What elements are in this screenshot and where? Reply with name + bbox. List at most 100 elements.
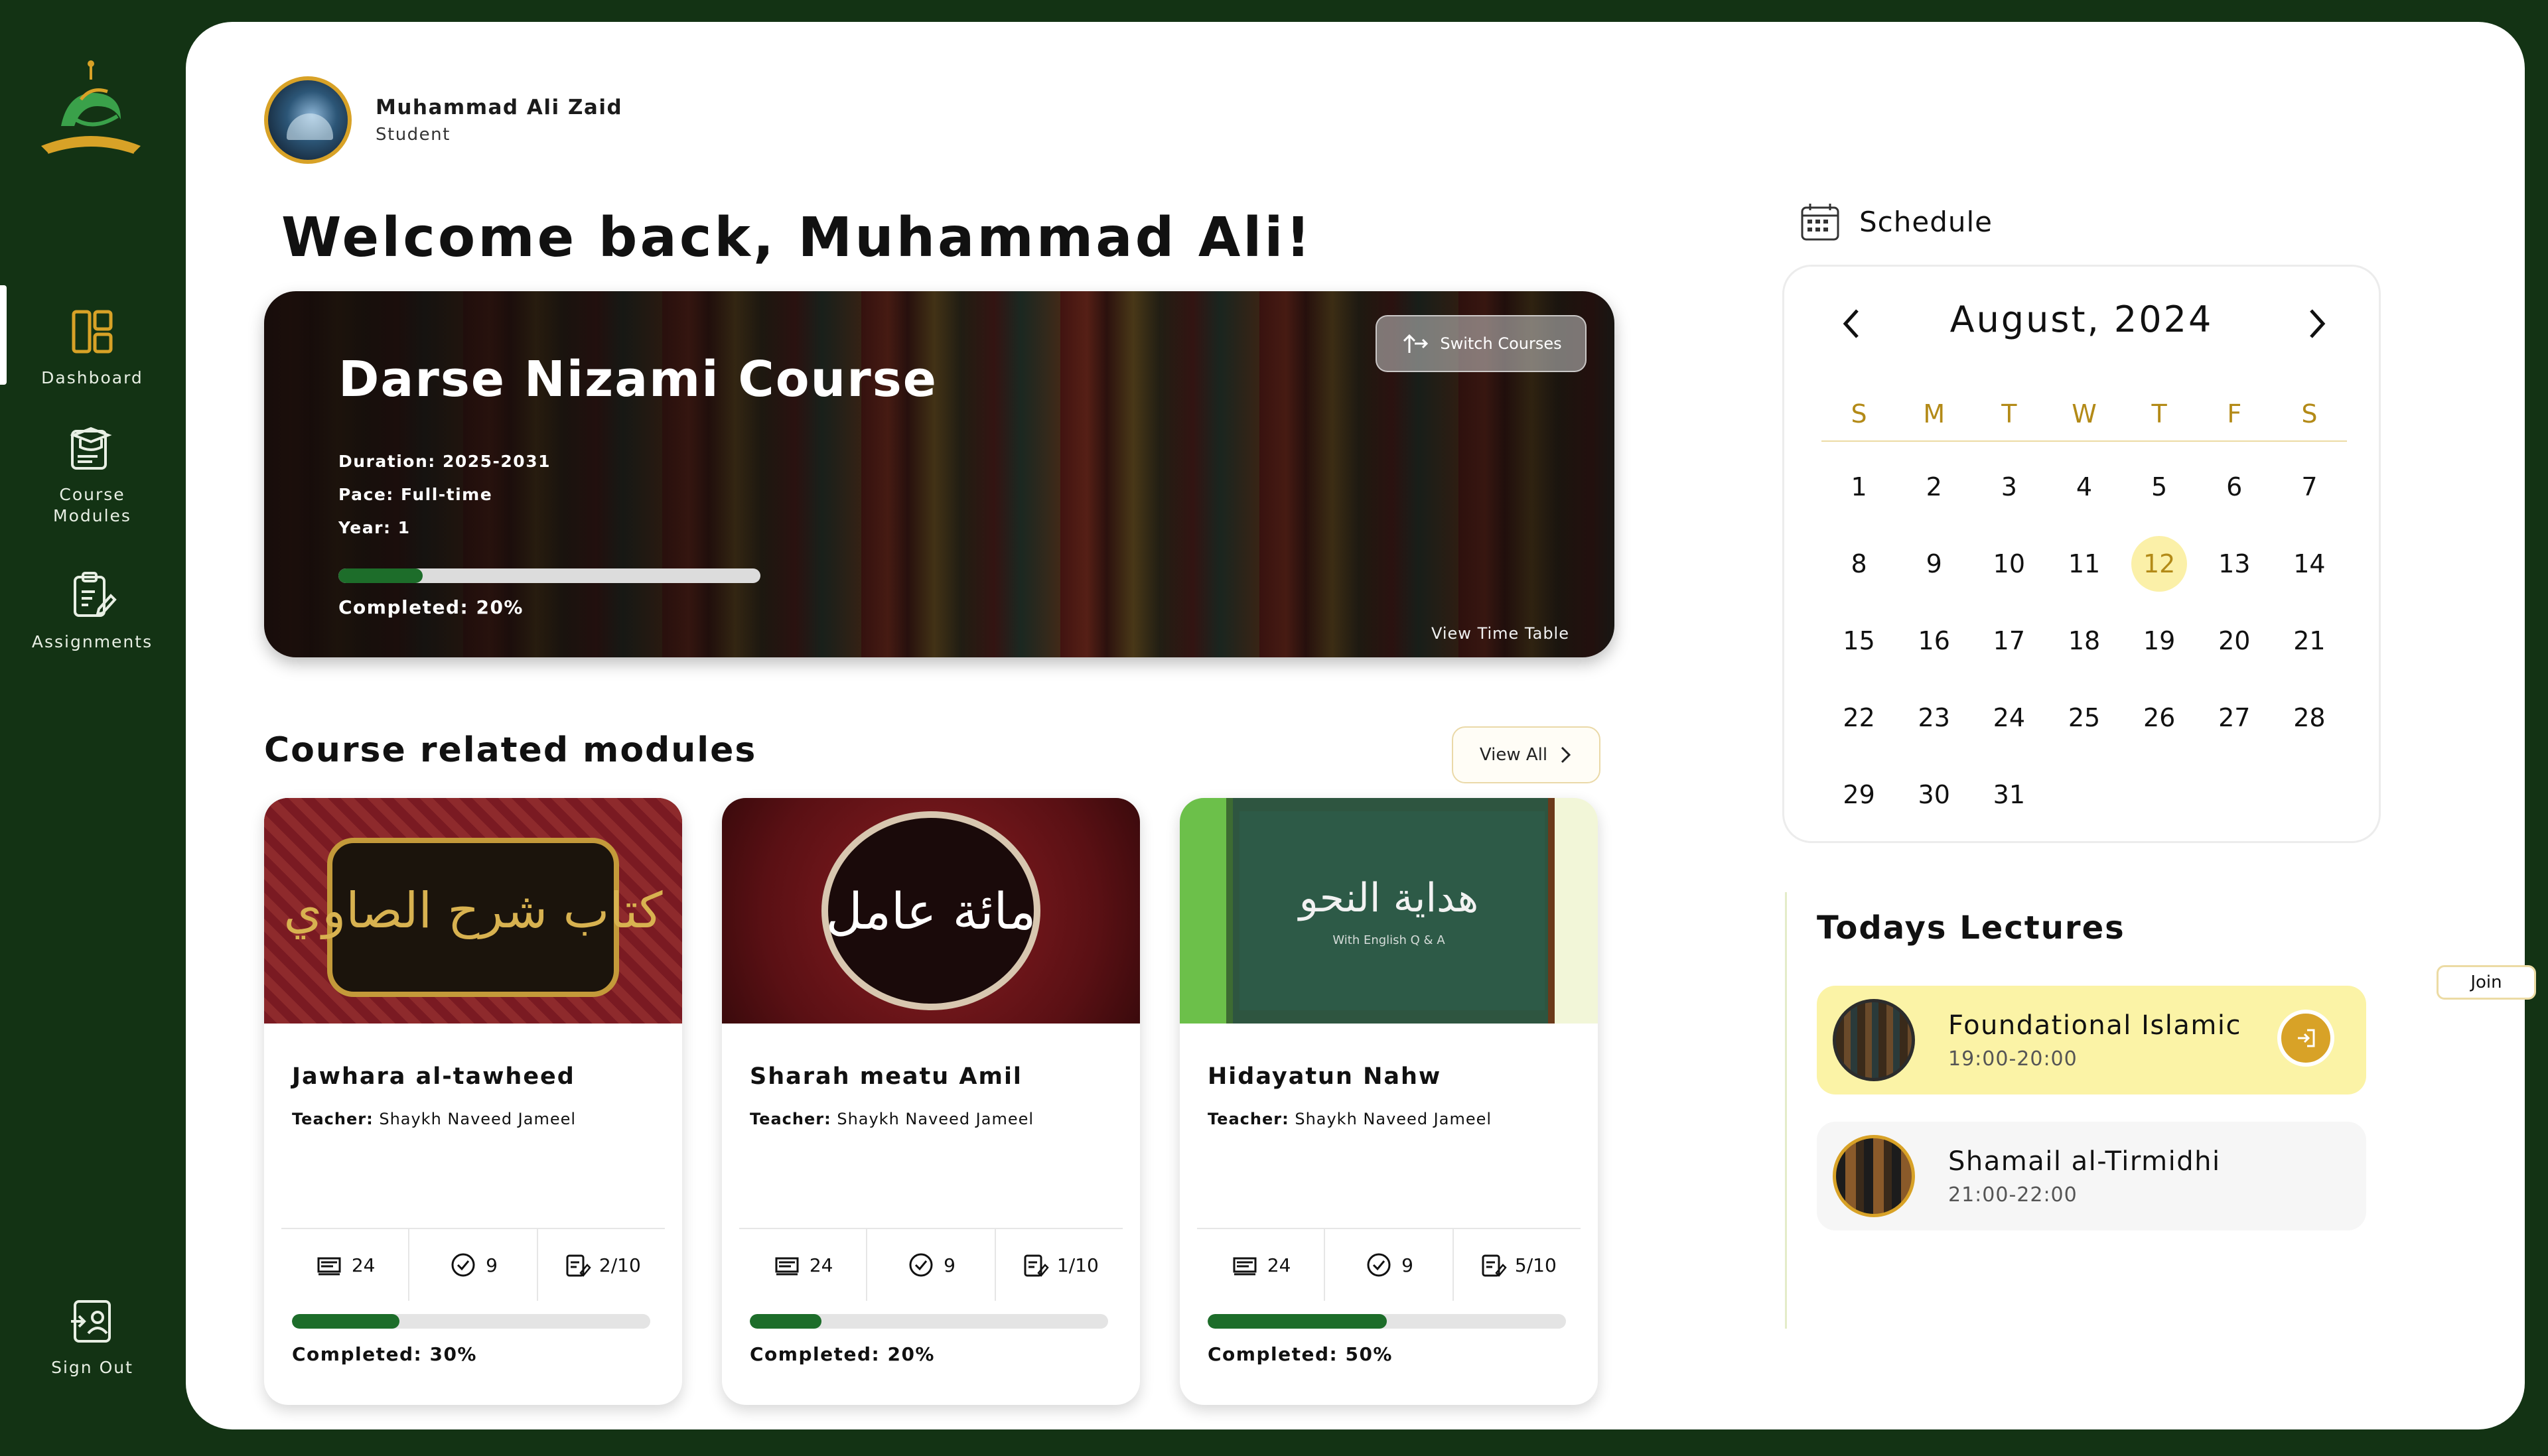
check-circle-icon	[451, 1253, 475, 1277]
calendar-day[interactable]: 30	[1896, 767, 1971, 844]
calendar-day[interactable]: 13	[2197, 536, 2272, 613]
calendar-day[interactable]: 20	[2197, 613, 2272, 690]
lessons-icon	[775, 1257, 799, 1276]
lecture-name: Shamail al-Tirmidhi	[1948, 1146, 2221, 1177]
lessons-stat: 24	[739, 1229, 868, 1301]
assignments-icon	[74, 572, 117, 617]
calendar-day[interactable]: 3	[1971, 459, 2046, 536]
module-card[interactable]: مائة عامل Sharah meatu Amil Teacher: Sha…	[722, 798, 1140, 1405]
calendar-icon	[1801, 204, 1839, 241]
assignments-stat: 1/10	[996, 1229, 1123, 1301]
lecture-name: Foundational Islamic	[1948, 1010, 2241, 1041]
calendar-day[interactable]: 6	[2197, 459, 2272, 536]
weekday: S	[1851, 399, 1867, 429]
module-teacher: Teacher: Shaykh Naveed Jameel	[750, 1110, 1034, 1128]
calendar-day[interactable]: 1	[1821, 459, 1896, 536]
calendar-day[interactable]: 11	[2046, 536, 2121, 613]
user-name: Muhammad Ali Zaid	[376, 96, 623, 119]
calendar-day[interactable]: 29	[1821, 767, 1896, 844]
lecture-time: 21:00-22:00	[1948, 1183, 2078, 1207]
assignment-icon	[1482, 1254, 1507, 1277]
calendar-day[interactable]: 15	[1821, 613, 1896, 690]
lessons-icon	[1233, 1257, 1257, 1276]
module-stats: 24 9 5/10	[1197, 1228, 1581, 1301]
calendar-day[interactable]: 18	[2046, 613, 2121, 690]
lessons-stat: 24	[281, 1229, 410, 1301]
module-card[interactable]: هداية النحو With English Q & A Hidayatun …	[1180, 798, 1598, 1405]
enter-icon	[2298, 1029, 2315, 1047]
module-progress-fill	[1208, 1314, 1387, 1329]
completed-stat: 9	[867, 1229, 996, 1301]
calendar-day[interactable]: 4	[2046, 459, 2121, 536]
module-progress-bar	[750, 1314, 1108, 1329]
module-card[interactable]: كتاب شرح الصاوي Jawhara al-tawheed Teach…	[264, 798, 682, 1405]
sidebar-item-dashboard[interactable]: Dashboard	[0, 285, 184, 389]
view-timetable-link[interactable]: View Time Table	[1431, 624, 1569, 643]
lecture-item[interactable]: Foundational Islamic 19:00-20:00	[1817, 986, 2366, 1094]
chevron-right-icon[interactable]	[2303, 304, 2332, 344]
sidebar-item-course-modules[interactable]: Course Modules	[0, 422, 184, 527]
calendar-day[interactable]: 2	[1896, 459, 1971, 536]
calendar-day[interactable]: 14	[2272, 536, 2347, 613]
course-modules-icon	[70, 427, 112, 470]
join-button[interactable]	[2277, 1010, 2334, 1067]
calendar: August, 2024 S M T W T F S 1 2 3 4 5 6 7 8 9 10 11…	[1782, 265, 2381, 843]
dashboard-icon	[72, 310, 113, 354]
calendar-day[interactable]: 19	[2122, 613, 2197, 690]
module-progress-bar	[292, 1314, 650, 1329]
module-completed-text: Completed: 50%	[1208, 1343, 1393, 1365]
check-circle-icon	[1367, 1253, 1391, 1277]
module-teacher: Teacher: Shaykh Naveed Jameel	[292, 1110, 577, 1128]
user-profile[interactable]: Muhammad Ali Zaid Student	[264, 76, 622, 164]
calendar-day[interactable]: 9	[1896, 536, 1971, 613]
calendar-day[interactable]: 28	[2272, 690, 2347, 767]
course-duration: Duration: 2025-2031	[338, 452, 551, 471]
lecture-item[interactable]: Shamail al-Tirmidhi 21:00-22:00	[1817, 1122, 2366, 1230]
view-all-button[interactable]: View All	[1452, 726, 1600, 783]
calendar-day[interactable]: 23	[1896, 690, 1971, 767]
calendar-day[interactable]: 27	[2197, 690, 2272, 767]
switch-courses-button[interactable]: Switch Courses	[1376, 315, 1587, 372]
module-title: Sharah meatu Amil	[750, 1063, 1023, 1090]
check-circle-icon	[909, 1253, 933, 1277]
join-label: Join	[2437, 965, 2536, 1000]
calendar-day[interactable]: 31	[1971, 767, 2046, 844]
module-completed-text: Completed: 30%	[292, 1343, 477, 1365]
calendar-day[interactable]: 24	[1971, 690, 2046, 767]
lecture-thumbnail	[1833, 999, 1915, 1081]
calendar-day[interactable]: 7	[2272, 459, 2347, 536]
assignments-stat: 5/10	[1454, 1229, 1581, 1301]
sign-out-button[interactable]: Sign Out	[0, 1295, 184, 1378]
divider	[1785, 892, 1787, 1329]
calendar-day[interactable]: 26	[2122, 690, 2197, 767]
sidebar-item-assignments[interactable]: Assignments	[0, 569, 184, 653]
course-title: Darse Nizami Course	[338, 351, 938, 408]
switch-arrows-icon	[1403, 334, 1429, 353]
calendar-weekdays: S M T W T F S	[1821, 399, 2347, 442]
calendar-month: August, 2024	[1949, 298, 2214, 340]
calendar-day[interactable]: 22	[1821, 690, 1896, 767]
calendar-day[interactable]: 8	[1821, 536, 1896, 613]
schedule-title: Schedule	[1859, 205, 1993, 238]
calendar-day[interactable]: 10	[1971, 536, 2046, 613]
main-panel: Muhammad Ali Zaid Student Welcome back, …	[186, 22, 2536, 1429]
module-cover-image: هداية النحو With English Q & A	[1180, 798, 1598, 1024]
weekday: T	[2151, 399, 2167, 429]
user-role: Student	[376, 125, 451, 145]
calendar-day[interactable]: 16	[1896, 613, 1971, 690]
sidebar-item-label: Course Modules	[53, 485, 131, 525]
course-progress-bar	[338, 568, 760, 583]
schedule-header: Schedule	[1798, 200, 1993, 243]
lectures-title: Todays Lectures	[1817, 909, 2125, 947]
page-title: Welcome back, Muhammad Ali!	[281, 206, 1313, 269]
calendar-day[interactable]: 17	[1971, 613, 2046, 690]
calendar-day[interactable]: 21	[2272, 613, 2347, 690]
calendar-day[interactable]: 25	[2046, 690, 2121, 767]
calendar-day-selected[interactable]: 12	[2122, 536, 2197, 613]
sidebar-item-label: Dashboard	[41, 368, 143, 387]
sidebar-item-label: Assignments	[31, 632, 153, 651]
weekday: W	[2072, 399, 2097, 429]
calendar-day[interactable]: 5	[2122, 459, 2197, 536]
module-title: Jawhara al-tawheed	[292, 1063, 575, 1090]
weekday: M	[1923, 399, 1946, 429]
